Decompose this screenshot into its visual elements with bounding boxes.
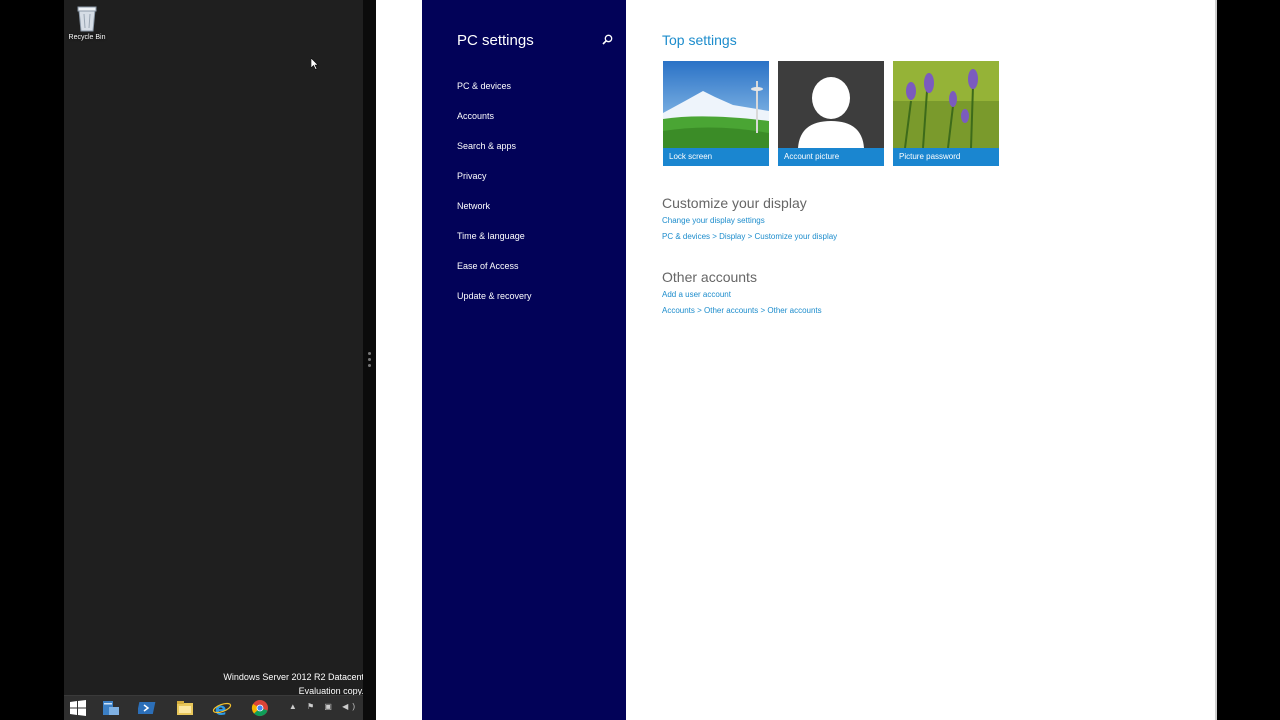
page-title: PC settings: [457, 32, 534, 49]
nav-item-accounts[interactable]: Accounts: [457, 108, 532, 138]
top-settings-title: Top settings: [662, 32, 737, 48]
desktop-watermark: Windows Server 2012 R2 Datacent Evaluati…: [223, 670, 363, 698]
tile-account-picture[interactable]: Account picture: [778, 61, 884, 166]
nav-list: PC & devices Accounts Search & apps Priv…: [457, 78, 532, 318]
recycle-bin-icon: [77, 6, 97, 32]
settings-nav: PC settings PC & devices Accounts Search…: [422, 0, 626, 720]
customize-display-path[interactable]: PC & devices > Display > Customize your …: [662, 232, 837, 241]
desktop-pane: Recycle Bin Windows Server 2012 R2 Datac…: [64, 0, 363, 720]
file-explorer-icon[interactable]: [175, 699, 195, 717]
internet-explorer-icon[interactable]: e: [212, 699, 232, 717]
taskbar: e ▲ ⚑ ▣ ◀): [64, 695, 363, 720]
settings-main: Top settings Lock screen Account picture…: [626, 0, 1215, 720]
start-icon[interactable]: [68, 699, 88, 717]
tile-lock-screen[interactable]: Lock screen: [663, 61, 769, 166]
mouse-cursor-icon: [311, 58, 319, 70]
lock-screen-thumbnail: [663, 61, 769, 148]
customize-display-heading: Customize your display: [662, 195, 807, 211]
server-manager-icon[interactable]: [101, 699, 121, 717]
account-picture-icon: [778, 61, 884, 148]
picture-password-thumbnail: [893, 61, 999, 148]
nav-item-network[interactable]: Network: [457, 198, 532, 228]
nav-item-privacy[interactable]: Privacy: [457, 168, 532, 198]
tile-picture-password[interactable]: Picture password: [893, 61, 999, 166]
other-accounts-path[interactable]: Accounts > Other accounts > Other accoun…: [662, 306, 822, 315]
other-accounts-heading: Other accounts: [662, 269, 757, 285]
powershell-icon[interactable]: [138, 699, 158, 717]
nav-item-pc-devices[interactable]: PC & devices: [457, 78, 532, 108]
add-user-account-link[interactable]: Add a user account: [662, 290, 731, 299]
change-display-settings-link[interactable]: Change your display settings: [662, 216, 765, 225]
recycle-bin-label: Recycle Bin: [68, 34, 106, 41]
nav-item-ease-of-access[interactable]: Ease of Access: [457, 258, 532, 288]
nav-item-update-recovery[interactable]: Update & recovery: [457, 288, 532, 318]
nav-item-time-language[interactable]: Time & language: [457, 228, 532, 258]
watermark-line-1: Windows Server 2012 R2 Datacent: [223, 672, 363, 682]
recycle-bin[interactable]: Recycle Bin: [66, 4, 108, 41]
tile-label: Account picture: [778, 148, 884, 166]
snap-splitter[interactable]: [363, 0, 376, 720]
app-margin: [376, 0, 422, 720]
chrome-icon[interactable]: [250, 699, 270, 717]
nav-item-search-apps[interactable]: Search & apps: [457, 138, 532, 168]
svg-text:e: e: [215, 700, 227, 717]
splitter-grip-icon[interactable]: [368, 352, 371, 370]
tile-label: Lock screen: [663, 148, 769, 166]
tile-label: Picture password: [893, 148, 999, 166]
window-edge: [1215, 0, 1217, 720]
system-tray[interactable]: ▲ ⚑ ▣ ◀): [289, 702, 359, 711]
search-icon[interactable]: [602, 34, 613, 45]
